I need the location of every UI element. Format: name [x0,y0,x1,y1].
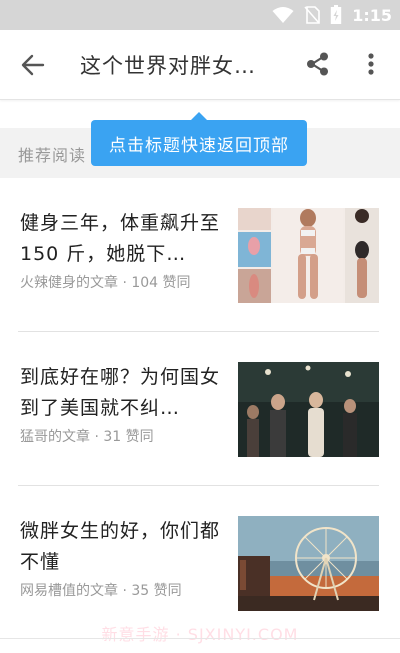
status-bar: 1:15 [0,0,400,30]
more-options-button[interactable] [359,50,383,78]
back-to-top-tooltip[interactable]: 点击标题快速返回顶部 [91,120,307,166]
article-thumbnail[interactable] [238,362,379,457]
article-item[interactable]: 到底好在哪？为何国女到了美国就不纠… 猛哥的文章 · 31 赞同 [0,334,400,486]
article-meta: 网易槽值的文章 · 35 赞同 [20,583,182,599]
article-thumbnail[interactable] [238,208,379,303]
share-button[interactable] [304,50,332,78]
article-meta: 猛哥的文章 · 31 赞同 [20,429,154,445]
ferris-wheel-image [238,516,379,611]
status-icons: 1:15 [272,4,392,26]
page-title[interactable]: 这个世界对胖女… [80,50,280,80]
watermark: 新意手游 · SJXINYI.COM [101,625,299,644]
section-title: 推荐阅读 [18,146,87,165]
wifi-icon [272,7,294,23]
divider [0,638,400,639]
article-item[interactable]: 健身三年，体重飙升至 150 斤，她脱下… 火辣健身的文章 · 104 赞同 [0,180,400,332]
app-bar: 这个世界对胖女… [0,30,400,100]
battery-icon [331,5,342,24]
article-title[interactable]: 健身三年，体重飙升至 150 斤，她脱下… [20,208,220,270]
article-meta: 火辣健身的文章 · 104 赞同 [20,275,191,291]
article-thumbnail[interactable] [238,516,379,611]
article-title[interactable]: 微胖女生的好，你们都不懂 [20,516,220,578]
divider [18,331,379,332]
article-item[interactable]: 微胖女生的好，你们都不懂 网易槽值的文章 · 35 赞同 [0,488,400,640]
arrow-back-icon [21,54,45,76]
divider [18,485,379,486]
back-button[interactable] [18,51,48,79]
no-sim-icon [304,6,321,24]
more-vert-icon [368,53,374,75]
party-photo-image [238,362,379,457]
share-icon [307,52,328,76]
article-title[interactable]: 到底好在哪？为何国女到了美国就不纠… [20,362,220,424]
fitness-collage-image [238,208,379,303]
status-time: 1:15 [352,5,392,25]
